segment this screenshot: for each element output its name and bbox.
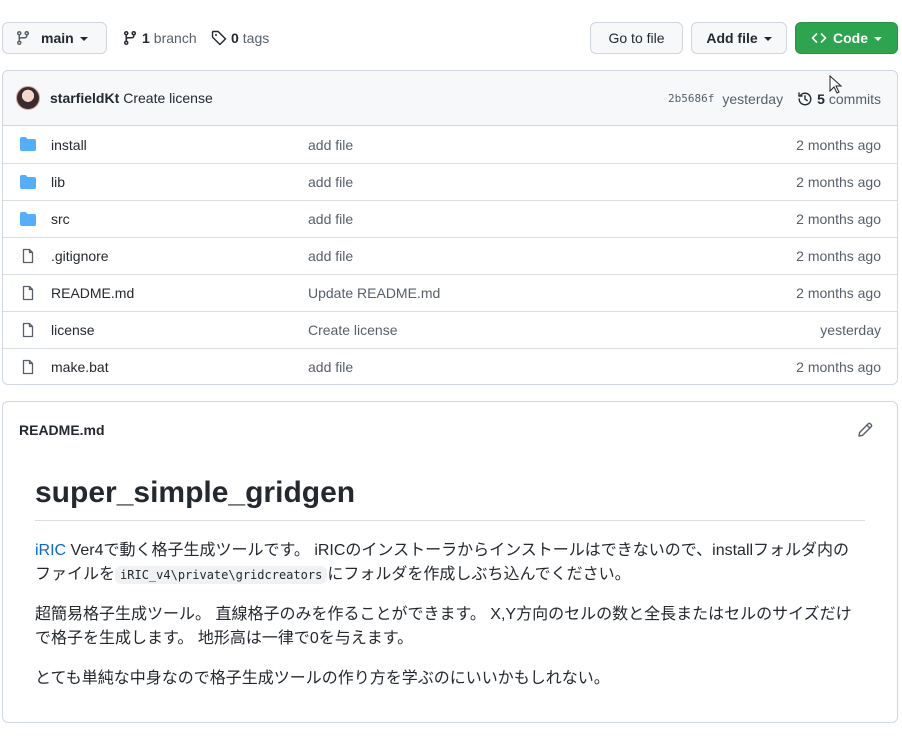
file-row[interactable]: make.bat add file 2 months ago bbox=[3, 348, 897, 384]
branches-link[interactable]: 1 branch bbox=[122, 30, 197, 46]
file-name[interactable]: license bbox=[51, 322, 95, 338]
tags-link[interactable]: 0 tags bbox=[211, 30, 269, 46]
file-row[interactable]: README.md Update README.md 2 months ago bbox=[3, 274, 897, 311]
tag-label: tags bbox=[242, 30, 270, 46]
code-button[interactable]: Code bbox=[795, 22, 898, 54]
file-commit-message[interactable]: Create license bbox=[308, 322, 398, 338]
commit-time: yesterday bbox=[722, 90, 784, 107]
file-name[interactable]: make.bat bbox=[51, 359, 109, 375]
file-age: 2 months ago bbox=[796, 248, 881, 264]
file-age: 2 months ago bbox=[796, 136, 881, 153]
file-name[interactable]: lib bbox=[51, 174, 65, 190]
git-branch-icon bbox=[124, 30, 136, 46]
path-code: iRIC_v4\private\gridcreators bbox=[115, 566, 328, 584]
readme-header: README.md bbox=[3, 402, 897, 458]
add-file-button[interactable]: Add file bbox=[691, 22, 787, 54]
file-list: install add file 2 months ago lib add file 2 … bbox=[3, 126, 897, 384]
code-icon bbox=[811, 33, 827, 43]
file-icon bbox=[22, 285, 34, 301]
go-to-file-label: Go to file bbox=[608, 30, 665, 46]
commit-count: 5 bbox=[817, 90, 825, 107]
chevron-down-icon bbox=[874, 37, 882, 41]
readme-body: super_simple_gridgen iRIC Ver4で動く格子生成ツール… bbox=[3, 458, 897, 691]
file-name[interactable]: .gitignore bbox=[51, 248, 109, 264]
file-row[interactable]: .gitignore add file 2 months ago bbox=[3, 237, 897, 274]
file-name[interactable]: install bbox=[51, 137, 87, 153]
file-commit-message[interactable]: add file bbox=[308, 248, 353, 264]
file-browser: starfieldKt Create license 2b5686f yeste… bbox=[2, 70, 898, 385]
readme-paragraph-3: とても単純な中身なので格子生成ツールの作り方を学ぶのにいいかもしれない。 bbox=[35, 670, 610, 687]
file-age: 2 months ago bbox=[796, 211, 881, 227]
file-row[interactable]: src add file 2 months ago bbox=[3, 200, 897, 237]
code-label: Code bbox=[833, 30, 868, 46]
commit-sha[interactable]: 2b5686f bbox=[668, 92, 714, 105]
branch-label: branch bbox=[153, 30, 197, 46]
branch-name: main bbox=[41, 30, 74, 46]
file-commit-message[interactable]: Update README.md bbox=[308, 285, 440, 301]
iric-link[interactable]: iRIC bbox=[35, 542, 66, 559]
commit-meta: 2b5686f yesterday 5 commits bbox=[668, 71, 881, 126]
latest-commit-bar: starfieldKt Create license 2b5686f yeste… bbox=[3, 71, 897, 126]
file-name[interactable]: README.md bbox=[51, 285, 134, 301]
tag-icon bbox=[211, 30, 227, 46]
file-age: 2 months ago bbox=[796, 285, 881, 301]
pencil-icon[interactable] bbox=[857, 422, 873, 438]
file-age: 2 months ago bbox=[796, 359, 881, 375]
history-icon bbox=[798, 91, 812, 105]
chevron-down-icon bbox=[763, 37, 772, 41]
file-age: 2 months ago bbox=[796, 174, 881, 190]
file-commit-message[interactable]: add file bbox=[308, 174, 353, 190]
commit-author[interactable]: starfieldKt bbox=[50, 90, 119, 106]
branch-count: 1 bbox=[142, 30, 150, 46]
go-to-file-button[interactable]: Go to file bbox=[590, 22, 683, 54]
file-age: yesterday bbox=[820, 322, 881, 338]
p1-text-b: にフォルダを作成しぶち込んでください。 bbox=[327, 566, 631, 583]
branch-select-button[interactable]: main bbox=[2, 22, 107, 54]
file-commit-message[interactable]: add file bbox=[308, 211, 353, 227]
folder-icon bbox=[20, 175, 36, 189]
commit-message[interactable]: Create license bbox=[123, 90, 213, 106]
file-name[interactable]: src bbox=[51, 211, 70, 227]
git-branch-icon bbox=[17, 30, 29, 46]
file-icon bbox=[22, 359, 34, 375]
file-icon bbox=[22, 248, 34, 264]
folder-icon bbox=[20, 137, 36, 151]
chevron-down-icon bbox=[79, 37, 88, 41]
readme-paragraph-1: iRIC Ver4で動く格子生成ツールです。 iRICのインストーラからインスト… bbox=[35, 539, 865, 587]
readme-panel: README.md super_simple_gridgen iRIC Ver4… bbox=[2, 401, 898, 723]
folder-icon bbox=[20, 212, 36, 226]
file-row[interactable]: lib add file 2 months ago bbox=[3, 163, 897, 200]
file-row[interactable]: install add file 2 months ago bbox=[3, 126, 897, 163]
file-commit-message[interactable]: add file bbox=[308, 137, 353, 153]
readme-paragraph-2: 超簡易格子生成ツール。 直線格子のみを作ることができます。 X,Y方向のセルの数… bbox=[35, 606, 852, 647]
add-file-label: Add file bbox=[706, 30, 758, 46]
readme-filename[interactable]: README.md bbox=[19, 422, 105, 438]
file-commit-message[interactable]: add file bbox=[308, 359, 353, 375]
tag-count: 0 bbox=[231, 30, 239, 46]
file-icon bbox=[22, 322, 34, 338]
readme-heading: super_simple_gridgen bbox=[35, 476, 865, 521]
avatar[interactable] bbox=[16, 86, 40, 110]
file-row[interactable]: license Create license yesterday bbox=[3, 311, 897, 348]
mouse-cursor-icon bbox=[829, 75, 843, 94]
